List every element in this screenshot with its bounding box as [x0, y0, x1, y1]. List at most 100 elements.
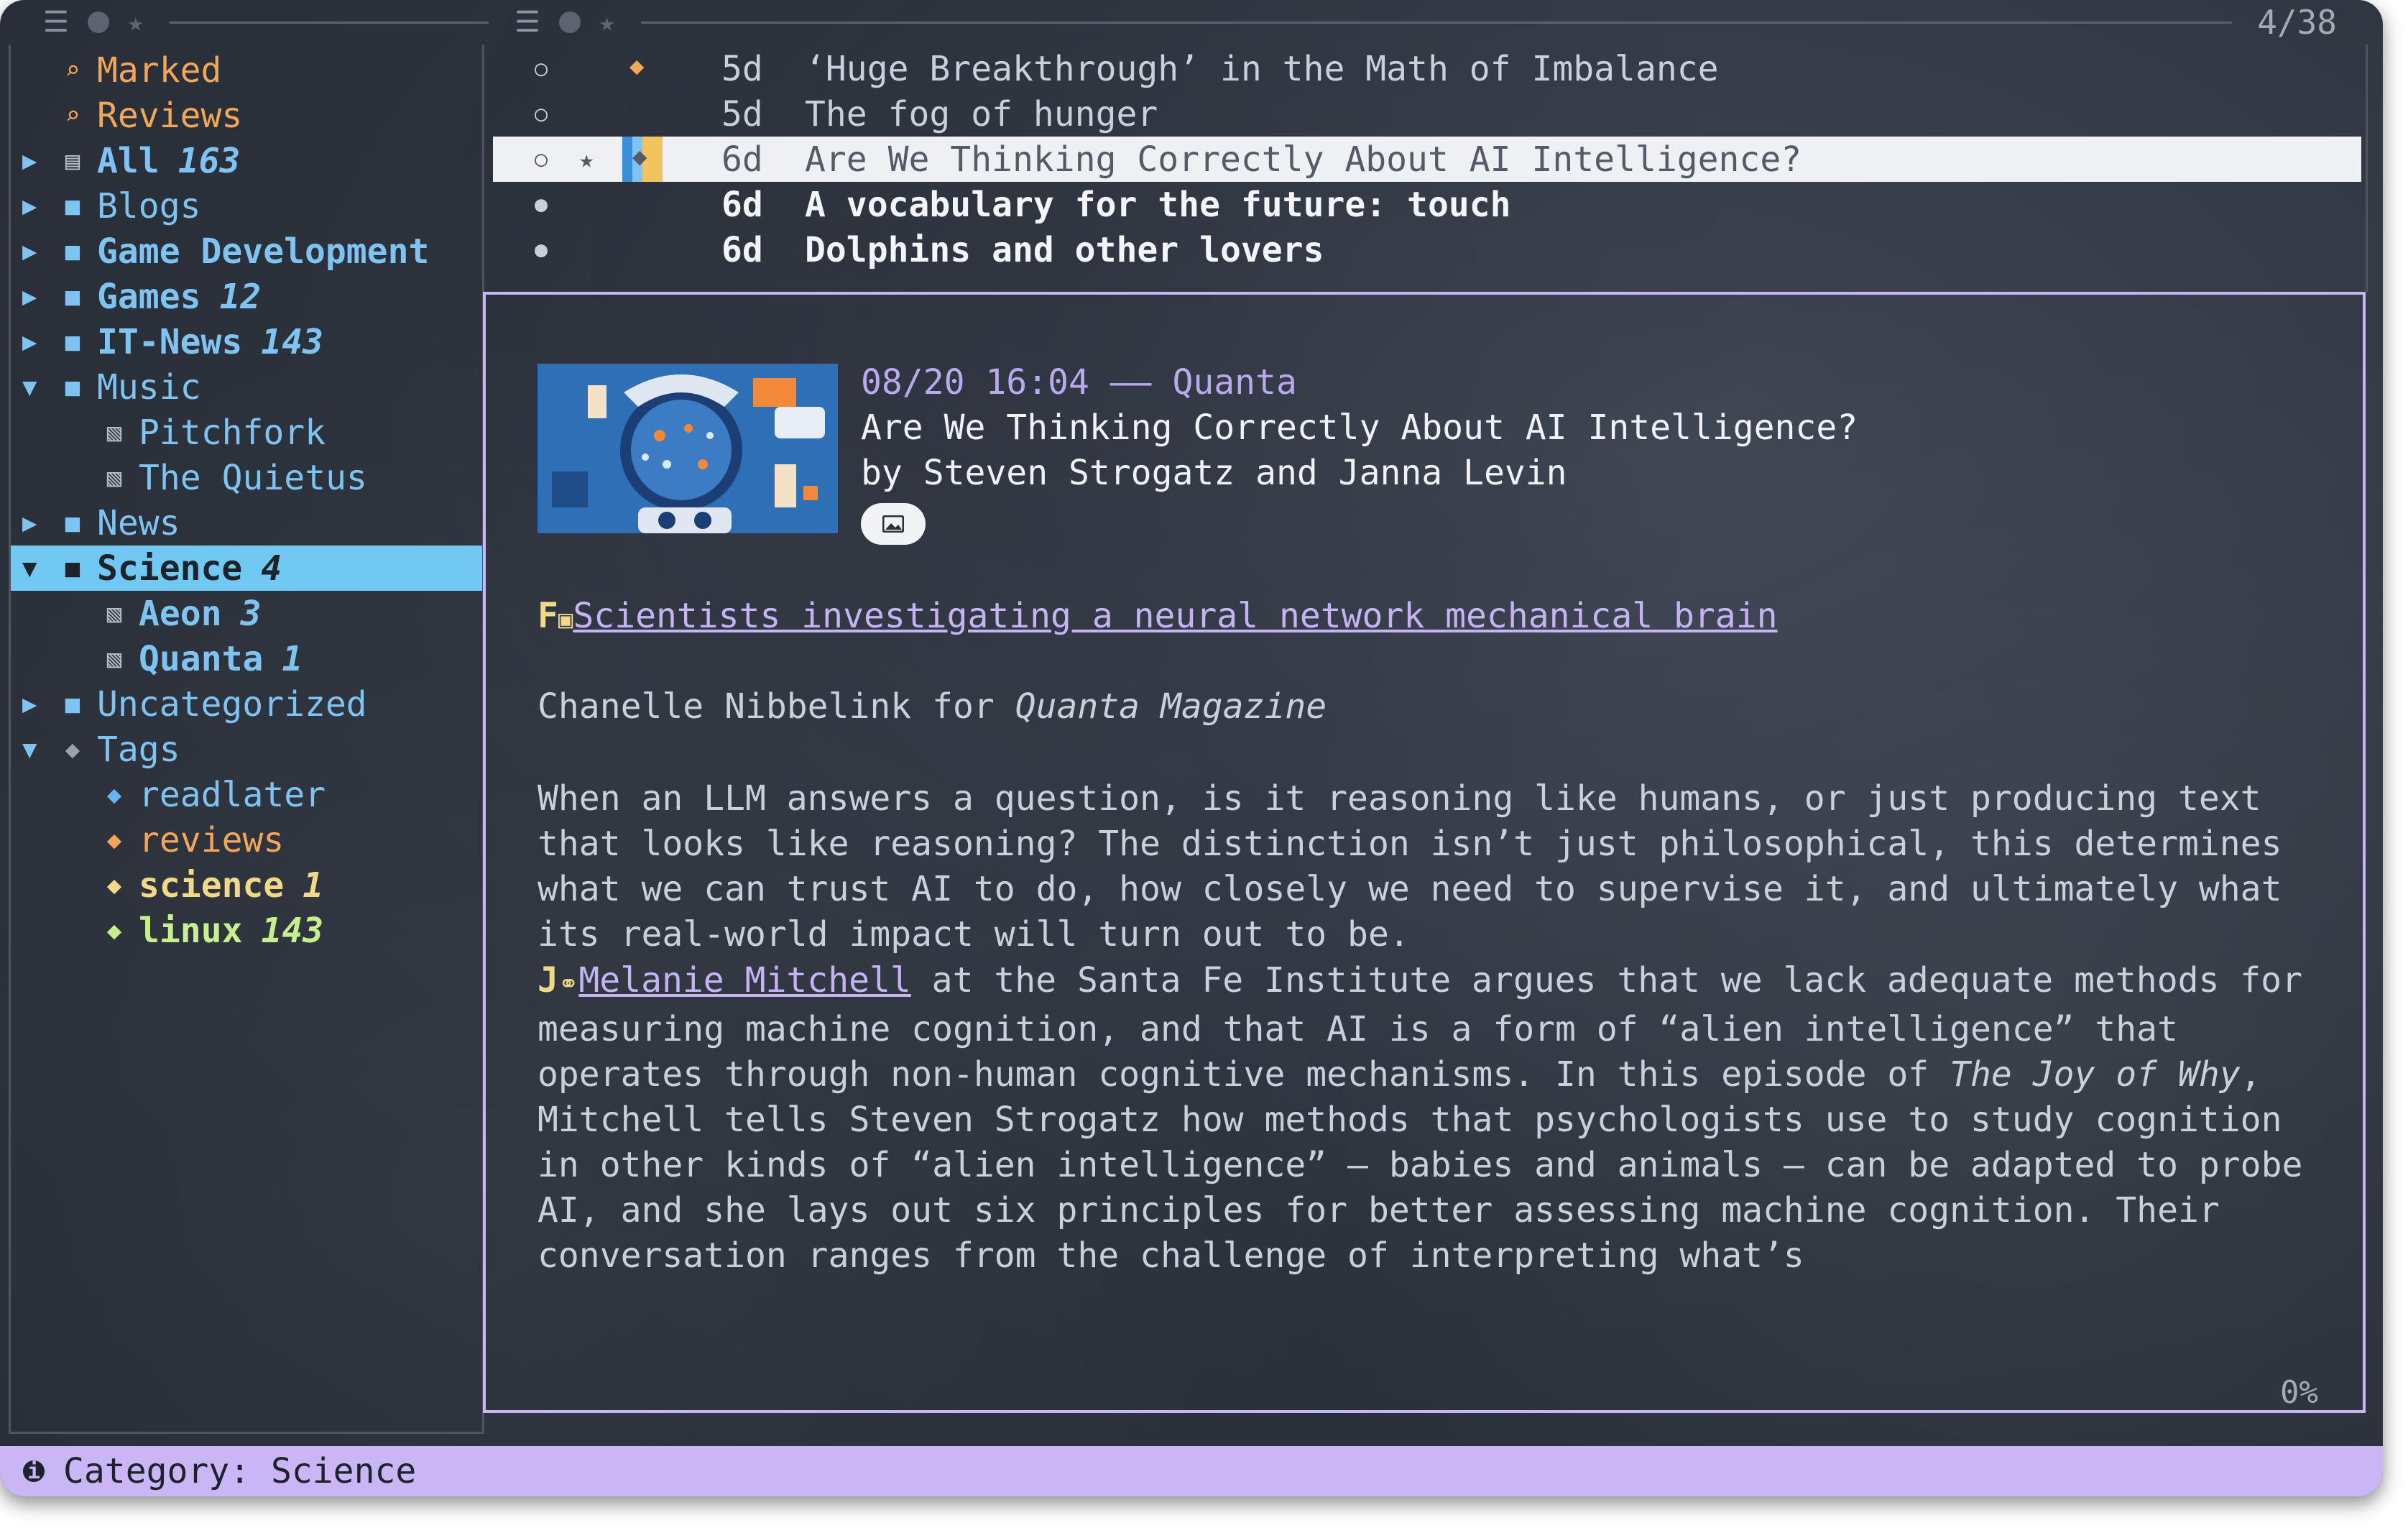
chevron-down-icon[interactable]: ▼: [22, 554, 51, 583]
read-circle-icon[interactable]: ○: [535, 147, 548, 172]
header-divider: [169, 21, 489, 24]
tag-icon: ◆: [106, 825, 122, 855]
article-age: 6d: [721, 139, 763, 180]
tag-icon: [622, 227, 663, 272]
chevron-right-icon[interactable]: ▶: [22, 282, 51, 311]
search-icon: ⌕: [65, 101, 80, 130]
feed-sidebar: ⌕ Marked ⌕ Reviews ▶ ▤ All 163 ▶ ■ Blogs ▶ ■ Game Dev…: [9, 45, 484, 1434]
status-text: Category: Science: [63, 1451, 417, 1491]
sidebar-header: ☰ ★: [43, 0, 489, 45]
chevron-down-icon[interactable]: ▼: [22, 373, 51, 402]
rss-icon: ▧: [106, 644, 122, 673]
chevron-right-icon[interactable]: ▶: [22, 509, 51, 538]
chevron-right-icon[interactable]: ▶: [22, 328, 51, 356]
article-row[interactable]: ○ 5d The fog of hunger: [493, 91, 2361, 137]
figure-credit: Chanelle Nibbelink for Quanta Magazine: [538, 684, 2320, 730]
article-counter: 4/38: [2257, 3, 2337, 42]
sidebar-item-tags[interactable]: ▼ ◆ Tags: [11, 727, 482, 772]
article-row[interactable]: ○ ★ ◆ 6d Are We Thinking Correctly About AI …: [493, 137, 2361, 182]
sidebar-item-games[interactable]: ▶ ■ Games 12: [11, 274, 482, 319]
chevron-right-icon[interactable]: ▶: [22, 690, 51, 719]
sidebar-item-science[interactable]: ▼ ■ Science 4: [11, 546, 482, 591]
unread-dot-icon[interactable]: ●: [535, 237, 548, 262]
sidebar-item-label: science: [139, 865, 285, 906]
sidebar-item-linux[interactable]: ◆ linux 143: [11, 908, 482, 953]
sidebar-item-science[interactable]: ◆ science 1: [11, 862, 482, 908]
unread-count: 143: [261, 910, 324, 951]
folder-icon: ■: [65, 282, 80, 311]
sidebar-item-label: readlater: [139, 774, 326, 815]
unread-count: 4: [261, 548, 282, 589]
article-title: Dolphins and other lovers: [805, 229, 1324, 270]
article-row[interactable]: ○ ◆ 5d ‘Huge Breakthrough’ in the Math of I…: [493, 46, 2361, 91]
sidebar-item-label: Game Development: [97, 231, 430, 272]
sidebar-item-label: Music: [97, 367, 201, 408]
search-icon: ⌕: [65, 55, 80, 85]
sidebar-item-label: Blogs: [97, 185, 201, 226]
sidebar-item-label: Marked: [97, 50, 222, 91]
sidebar-item-music[interactable]: ▼ ■ Music: [11, 364, 482, 410]
sidebar-item-reviews[interactable]: ◆ reviews: [11, 817, 482, 862]
tag-icon: ◆: [629, 52, 645, 80]
read-circle-icon[interactable]: ○: [535, 101, 548, 126]
star-icon[interactable]: ★: [599, 8, 615, 37]
sidebar-item-label: reviews: [139, 819, 285, 860]
sidebar-item-the-quietus[interactable]: ▧ The Quietus: [11, 455, 482, 500]
star-icon[interactable]: ★: [128, 8, 144, 37]
tag-icon: ◆: [106, 780, 122, 809]
sidebar-item-game-development[interactable]: ▶ ■ Game Development: [11, 229, 482, 274]
sidebar-item-marked[interactable]: ⌕ Marked: [11, 47, 482, 93]
unread-count: 12: [219, 276, 262, 317]
tag-icon: [622, 91, 663, 137]
main-pane: ○ ◆ 5d ‘Huge Breakthrough’ in the Math of I…: [483, 45, 2368, 1432]
star-icon[interactable]: ★: [579, 145, 594, 174]
article-row[interactable]: ● 6d Dolphins and other lovers: [493, 227, 2361, 272]
image-link-icon: ▣: [558, 605, 573, 634]
article-title: The fog of hunger: [805, 93, 1158, 134]
chevron-right-icon[interactable]: ▶: [22, 237, 51, 266]
hamburger-icon[interactable]: ☰: [515, 6, 540, 39]
image-button[interactable]: [861, 503, 926, 545]
sidebar-item-reviews[interactable]: ⌕ Reviews: [11, 93, 482, 138]
unread-count: 1: [303, 865, 324, 906]
sidebar-item-label: News: [97, 502, 180, 543]
article-thumbnail[interactable]: [538, 364, 838, 533]
folder-icon: ■: [65, 372, 80, 402]
credit-magazine: Quanta Magazine: [1015, 686, 1327, 727]
sidebar-item-news[interactable]: ▶ ■ News: [11, 500, 482, 546]
folder-icon: ■: [65, 236, 80, 266]
unread-count: 143: [261, 321, 323, 362]
chevron-down-icon[interactable]: ▼: [22, 735, 51, 764]
chevron-right-icon[interactable]: ▶: [22, 147, 51, 175]
circle-icon[interactable]: [558, 11, 581, 33]
rss-icon: ▧: [106, 599, 122, 628]
unread-dot-icon[interactable]: ●: [535, 192, 548, 217]
sidebar-item-readlater[interactable]: ◆ readlater: [11, 772, 482, 817]
read-circle-icon[interactable]: ○: [535, 56, 548, 81]
hamburger-icon[interactable]: ☰: [43, 6, 69, 39]
folder-icon: ■: [65, 508, 80, 538]
sidebar-item-blogs[interactable]: ▶ ■ Blogs: [11, 183, 482, 229]
scroll-percent: 0%: [2280, 1374, 2318, 1411]
unread-count: 1: [282, 638, 303, 679]
figure-marker: F: [538, 596, 558, 636]
figure-link[interactable]: Scientists investigating a neural networ…: [573, 596, 1777, 636]
article-row[interactable]: ● 6d A vocabulary for the future: touch: [493, 182, 2361, 227]
person-link[interactable]: Melanie Mitchell: [578, 960, 910, 1000]
article-preview: 08/20 16:04 —— Quanta Are We Thinking Co…: [483, 292, 2366, 1413]
sidebar-item-label: linux: [139, 910, 243, 951]
status-bar: i Category: Science: [0, 1446, 2383, 1496]
sidebar-item-pitchfork[interactable]: ▧ Pitchfork: [11, 410, 482, 455]
sidebar-item-uncategorized[interactable]: ▶ ■ Uncategorized: [11, 681, 482, 727]
sidebar-item-aeon[interactable]: ▧ Aeon 3: [11, 591, 482, 636]
sidebar-item-it-news[interactable]: ▶ ■ IT-News 143: [11, 319, 482, 364]
tag-icon: ◆: [622, 137, 663, 182]
sidebar-item-all[interactable]: ▶ ▤ All 163: [11, 138, 482, 183]
podcast-title: The Joy of Why: [1950, 1054, 2241, 1095]
sidebar-item-quanta[interactable]: ▧ Quanta 1: [11, 636, 482, 681]
circle-icon[interactable]: [87, 11, 109, 33]
feed-icon: ▤: [65, 146, 80, 175]
rss-icon: ▧: [106, 418, 122, 447]
chevron-right-icon[interactable]: ▶: [22, 192, 51, 221]
folder-icon: ■: [65, 553, 80, 583]
